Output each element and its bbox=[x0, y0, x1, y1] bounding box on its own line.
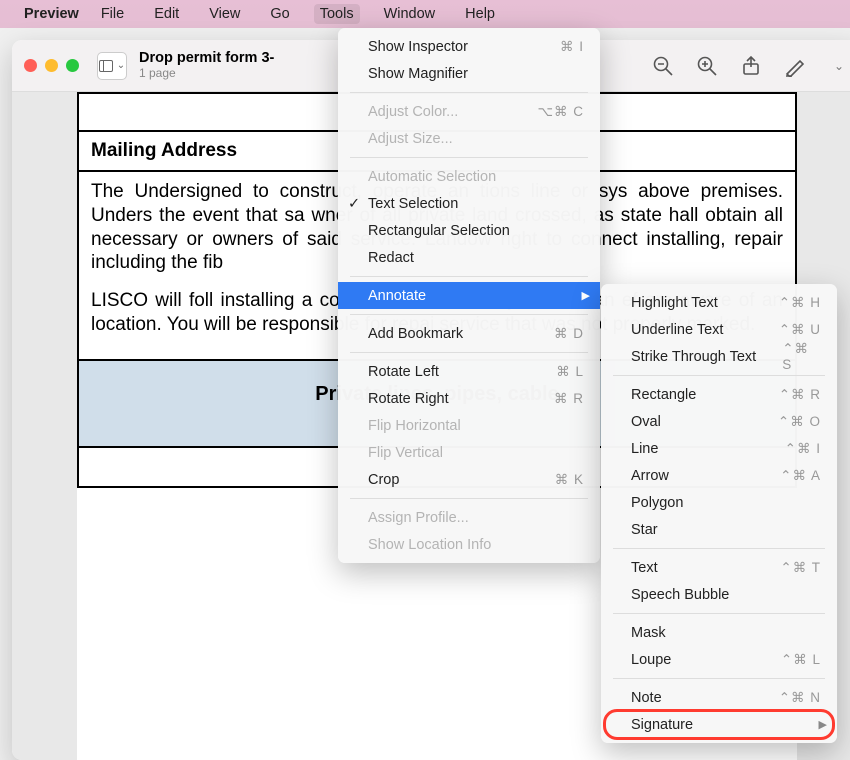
title-block: Drop permit form 3- 1 page bbox=[139, 50, 274, 80]
markup-icon[interactable] bbox=[784, 55, 806, 77]
menu-rotate-right[interactable]: Rotate Right⌘ R bbox=[338, 385, 600, 412]
zoom-out-icon[interactable] bbox=[652, 55, 674, 77]
menu-adjust-color: Adjust Color...⌥⌘ C bbox=[338, 98, 600, 125]
menu-flip-vertical: Flip Vertical bbox=[338, 439, 600, 466]
menu-redact[interactable]: Redact bbox=[338, 244, 600, 271]
menu-note[interactable]: Note⌃⌘ N bbox=[601, 684, 837, 711]
menu-show-location-info: Show Location Info bbox=[338, 531, 600, 558]
document-title: Drop permit form 3- bbox=[139, 50, 274, 67]
fullscreen-button[interactable] bbox=[66, 59, 79, 72]
menu-strike-through-text[interactable]: Strike Through Text⌃⌘ S bbox=[601, 343, 837, 370]
more-toolbar-icon[interactable]: ⌄ bbox=[828, 55, 850, 77]
menu-view[interactable]: View bbox=[203, 4, 246, 24]
menu-star[interactable]: Star bbox=[601, 516, 837, 543]
menu-rectangular-selection[interactable]: Rectangular Selection bbox=[338, 217, 600, 244]
menu-assign-profile: Assign Profile... bbox=[338, 504, 600, 531]
menu-show-magnifier[interactable]: Show Magnifier bbox=[338, 60, 600, 87]
menu-go[interactable]: Go bbox=[264, 4, 295, 24]
menu-line[interactable]: Line⌃⌘ I bbox=[601, 435, 837, 462]
app-name[interactable]: Preview bbox=[24, 6, 79, 22]
traffic-lights bbox=[24, 59, 79, 72]
menu-rectangle[interactable]: Rectangle⌃⌘ R bbox=[601, 381, 837, 408]
menu-add-bookmark[interactable]: Add Bookmark⌘ D bbox=[338, 320, 600, 347]
sidebar-toggle[interactable]: ⌄ bbox=[97, 52, 127, 80]
menu-text-selection[interactable]: ✓Text Selection bbox=[338, 190, 600, 217]
checkmark-icon: ✓ bbox=[348, 196, 360, 212]
menu-adjust-size: Adjust Size... bbox=[338, 125, 600, 152]
macos-menubar: Preview File Edit View Go Tools Window H… bbox=[0, 0, 850, 28]
menu-automatic-selection: Automatic Selection bbox=[338, 163, 600, 190]
menu-text[interactable]: Text⌃⌘ T bbox=[601, 554, 837, 581]
document-subtitle: 1 page bbox=[139, 67, 274, 81]
close-button[interactable] bbox=[24, 59, 37, 72]
submenu-arrow-icon: ▶ bbox=[819, 718, 827, 731]
menu-show-inspector[interactable]: Show Inspector⌘ I bbox=[338, 33, 600, 60]
menu-oval[interactable]: Oval⌃⌘ O bbox=[601, 408, 837, 435]
menu-underline-text[interactable]: Underline Text⌃⌘ U bbox=[601, 316, 837, 343]
minimize-button[interactable] bbox=[45, 59, 58, 72]
menu-help[interactable]: Help bbox=[459, 4, 501, 24]
menu-loupe[interactable]: Loupe⌃⌘ L bbox=[601, 646, 837, 673]
menu-highlight-text[interactable]: Highlight Text⌃⌘ H bbox=[601, 289, 837, 316]
toolbar-right: ⌄ bbox=[652, 55, 850, 77]
menu-crop[interactable]: Crop⌘ K bbox=[338, 466, 600, 493]
menu-polygon[interactable]: Polygon bbox=[601, 489, 837, 516]
menu-arrow[interactable]: Arrow⌃⌘ A bbox=[601, 462, 837, 489]
menu-flip-horizontal: Flip Horizontal bbox=[338, 412, 600, 439]
menu-window[interactable]: Window bbox=[378, 4, 442, 24]
tools-menu: Show Inspector⌘ I Show Magnifier Adjust … bbox=[338, 28, 600, 563]
chevron-down-icon: ⌄ bbox=[117, 60, 125, 71]
submenu-arrow-icon: ▶ bbox=[582, 289, 590, 302]
menu-file[interactable]: File bbox=[95, 4, 130, 24]
menu-edit[interactable]: Edit bbox=[148, 4, 185, 24]
annotate-submenu: Highlight Text⌃⌘ H Underline Text⌃⌘ U St… bbox=[601, 284, 837, 743]
menu-speech-bubble[interactable]: Speech Bubble bbox=[601, 581, 837, 608]
menu-signature[interactable]: Signature ▶ bbox=[601, 711, 837, 738]
menu-mask[interactable]: Mask bbox=[601, 619, 837, 646]
menu-tools[interactable]: Tools bbox=[314, 4, 360, 24]
menu-rotate-left[interactable]: Rotate Left⌘ L bbox=[338, 358, 600, 385]
zoom-in-icon[interactable] bbox=[696, 55, 718, 77]
share-icon[interactable] bbox=[740, 55, 762, 77]
menu-annotate[interactable]: Annotate▶ bbox=[338, 282, 600, 309]
